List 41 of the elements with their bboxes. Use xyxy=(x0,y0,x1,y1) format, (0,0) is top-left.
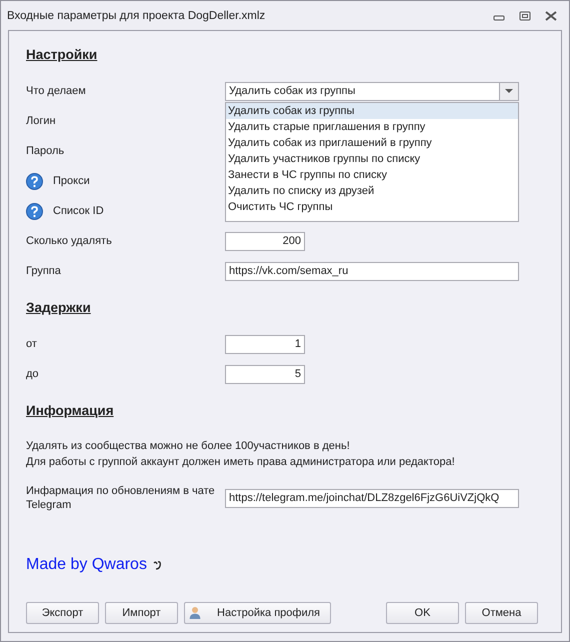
dropdown-option[interactable]: Удалить по списку из друзей xyxy=(226,182,518,198)
action-button[interactable]: Импорт xyxy=(105,602,178,624)
info-note: Для работы с группой аккаунт должен иметь права администратора или редактора! xyxy=(26,455,456,470)
info-note: Удалять из сообщества можно не более 100участников в день! xyxy=(26,439,351,454)
section-heading: Информация xyxy=(26,403,114,418)
user-icon xyxy=(189,604,202,622)
field-label: Инфармация по обновлениям в чате Telegram xyxy=(26,484,216,512)
section-heading: Задержки xyxy=(26,300,91,315)
field-label: Группа xyxy=(26,265,61,277)
field-label: Пароль xyxy=(26,145,64,157)
dropdown-option[interactable]: Занести в ЧС группы по списку xyxy=(226,166,518,182)
close-icon[interactable] xyxy=(545,10,557,20)
action-button[interactable]: Экспорт xyxy=(26,602,99,624)
number-field[interactable]: 200 xyxy=(225,232,305,250)
field-label: Прокси xyxy=(53,175,90,187)
text-field[interactable]: https://telegram.me/joinchat/DLZ8zgel6FjzG6UiVZjQkQ xyxy=(225,488,519,508)
dropdown-option[interactable]: Очистить ЧС группы xyxy=(226,198,518,214)
field-label: от xyxy=(26,338,37,350)
squiggle-icon xyxy=(152,560,163,570)
help-icon[interactable] xyxy=(26,202,43,220)
credit-text: Made by Qwaros xyxy=(26,556,147,574)
maximize-icon[interactable] xyxy=(519,10,531,20)
field-label: Что делаем xyxy=(26,85,86,97)
window-title: Входные параметры для проекта DogDeller.xmlz xyxy=(7,10,266,22)
dropdown-option[interactable]: Удалить собак из группы xyxy=(226,102,518,118)
dropdown-option[interactable]: Удалить старые приглашения в группу xyxy=(226,118,518,134)
section-heading: Настройки xyxy=(26,47,98,62)
field-label: Логин xyxy=(26,115,56,127)
field-label: до xyxy=(26,368,39,380)
dialog-button[interactable]: OK xyxy=(386,602,459,624)
dropdown-option[interactable]: Удалить собак из приглашений в группу xyxy=(226,134,518,150)
profile-button[interactable]: Настройка профиля xyxy=(184,602,331,624)
number-field[interactable]: 5 xyxy=(225,364,305,384)
field-label: Список ID xyxy=(53,205,104,217)
number-field[interactable]: 1 xyxy=(225,334,305,354)
dialog-button[interactable]: Отмена xyxy=(465,602,538,624)
text-field[interactable]: https://vk.com/semax_ru xyxy=(225,262,519,280)
action-dropdown[interactable]: Удалить собак из группы xyxy=(225,82,499,100)
dropdown-option[interactable]: Удалить участников группы по списку xyxy=(226,150,518,166)
field-label: Сколько удалять xyxy=(26,235,112,247)
help-icon[interactable] xyxy=(26,172,43,190)
